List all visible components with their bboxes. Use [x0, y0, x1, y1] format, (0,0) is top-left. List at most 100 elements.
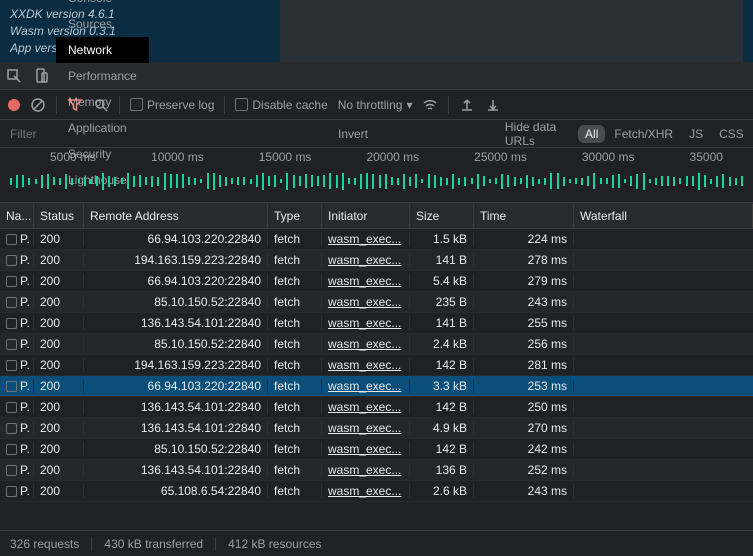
row-checkbox[interactable]	[6, 381, 17, 392]
timeline-bar	[329, 173, 331, 189]
table-row[interactable]: P.20085.10.150.52:22840fetchwasm_exec...…	[0, 292, 753, 313]
timeline-bar	[96, 176, 98, 186]
timeline-bar	[507, 175, 509, 187]
table-row[interactable]: P.20066.94.103.220:22840fetchwasm_exec..…	[0, 376, 753, 397]
timeline-bar	[612, 175, 614, 188]
row-remote: 136.143.54.101:22840	[84, 400, 268, 414]
timeline-bar	[557, 173, 559, 189]
row-status: 200	[34, 400, 84, 414]
row-checkbox[interactable]	[6, 255, 17, 266]
row-size: 2.6 kB	[410, 484, 474, 498]
row-status: 200	[34, 358, 84, 372]
tab-console[interactable]: Console	[56, 0, 149, 11]
filter-icon[interactable]	[67, 97, 83, 113]
download-icon[interactable]	[485, 97, 501, 113]
timeline-bar	[495, 178, 497, 184]
chip-css[interactable]: CSS	[712, 125, 751, 143]
chip-js[interactable]: JS	[682, 125, 710, 143]
timeline-bar	[630, 176, 632, 186]
timeline-bar	[403, 174, 405, 189]
disable-cache-checkbox[interactable]: Disable cache	[235, 98, 327, 112]
table-row[interactable]: P.200194.163.159.223:22840fetchwasm_exec…	[0, 250, 753, 271]
chip-fetchxhr[interactable]: Fetch/XHR	[607, 125, 680, 143]
table-row[interactable]: P.200136.143.54.101:22840fetchwasm_exec.…	[0, 397, 753, 418]
col-initiator[interactable]: Initiator	[322, 204, 410, 228]
table-row[interactable]: P.200136.143.54.101:22840fetchwasm_exec.…	[0, 418, 753, 439]
tab-sources[interactable]: Sources	[56, 11, 149, 37]
col-size[interactable]: Size	[410, 204, 474, 228]
filter-input[interactable]	[6, 125, 166, 143]
row-initiator[interactable]: wasm_exec...	[322, 274, 410, 288]
col-remote[interactable]: Remote Address	[84, 204, 268, 228]
table-row[interactable]: P.200136.143.54.101:22840fetchwasm_exec.…	[0, 460, 753, 481]
table-row[interactable]: P.200194.163.159.223:22840fetchwasm_exec…	[0, 355, 753, 376]
row-checkbox[interactable]	[6, 318, 17, 329]
table-row[interactable]: P.20066.94.103.220:22840fetchwasm_exec..…	[0, 229, 753, 250]
row-name: P.	[20, 232, 30, 246]
row-type: fetch	[268, 463, 322, 477]
timeline-bar	[22, 175, 24, 187]
wifi-icon[interactable]	[422, 97, 438, 113]
col-type[interactable]: Type	[268, 204, 322, 228]
status-requests: 326 requests	[10, 537, 92, 551]
timeline-bar	[84, 177, 86, 186]
upload-icon[interactable]	[459, 97, 475, 113]
invert-checkbox[interactable]: Invert	[174, 127, 368, 141]
timeline-bar	[704, 175, 706, 187]
timeline-bar	[741, 176, 743, 186]
row-checkbox[interactable]	[6, 402, 17, 413]
row-initiator[interactable]: wasm_exec...	[322, 337, 410, 351]
row-initiator[interactable]: wasm_exec...	[322, 400, 410, 414]
timeline-bar	[501, 174, 503, 189]
network-toolbar: Preserve log Disable cache No throttling…	[0, 90, 753, 120]
col-waterfall[interactable]: Waterfall	[574, 204, 753, 228]
tab-performance[interactable]: Performance	[56, 63, 149, 89]
timeline-bar	[360, 174, 362, 189]
throttling-select[interactable]: No throttling▾	[338, 98, 413, 112]
row-initiator[interactable]: wasm_exec...	[322, 295, 410, 309]
row-checkbox[interactable]	[6, 486, 17, 497]
table-row[interactable]: P.20066.94.103.220:22840fetchwasm_exec..…	[0, 271, 753, 292]
record-icon[interactable]	[8, 99, 20, 111]
device-icon[interactable]	[34, 68, 50, 84]
row-size: 142 B	[410, 358, 474, 372]
clear-icon[interactable]	[30, 97, 46, 113]
timeline-bar	[317, 176, 319, 186]
row-initiator[interactable]: wasm_exec...	[322, 358, 410, 372]
row-initiator[interactable]: wasm_exec...	[322, 442, 410, 456]
hide-dataurls-checkbox[interactable]: Hide data URLs	[376, 120, 570, 148]
row-checkbox[interactable]	[6, 423, 17, 434]
row-initiator[interactable]: wasm_exec...	[322, 232, 410, 246]
row-checkbox[interactable]	[6, 276, 17, 287]
row-size: 136 B	[410, 463, 474, 477]
table-row[interactable]: P.20085.10.150.52:22840fetchwasm_exec...…	[0, 334, 753, 355]
timeline-bar	[262, 173, 264, 190]
timeline-overview[interactable]: 5000 ms10000 ms15000 ms20000 ms25000 ms3…	[0, 148, 753, 203]
row-checkbox[interactable]	[6, 444, 17, 455]
chip-all[interactable]: All	[578, 125, 605, 143]
row-initiator[interactable]: wasm_exec...	[322, 379, 410, 393]
col-status[interactable]: Status	[34, 204, 84, 228]
row-status: 200	[34, 442, 84, 456]
row-initiator[interactable]: wasm_exec...	[322, 484, 410, 498]
preserve-log-checkbox[interactable]: Preserve log	[130, 98, 214, 112]
table-row[interactable]: P.20065.108.6.54:22840fetchwasm_exec...2…	[0, 481, 753, 502]
row-checkbox[interactable]	[6, 465, 17, 476]
row-initiator[interactable]: wasm_exec...	[322, 463, 410, 477]
row-initiator[interactable]: wasm_exec...	[322, 253, 410, 267]
row-checkbox[interactable]	[6, 360, 17, 371]
search-icon[interactable]	[93, 97, 109, 113]
row-size: 3.3 kB	[410, 379, 474, 393]
inspect-icon[interactable]	[6, 68, 22, 84]
col-time[interactable]: Time	[474, 204, 574, 228]
row-checkbox[interactable]	[6, 234, 17, 245]
row-initiator[interactable]: wasm_exec...	[322, 316, 410, 330]
chevron-down-icon: ▾	[406, 98, 412, 112]
row-checkbox[interactable]	[6, 297, 17, 308]
tab-network[interactable]: Network	[56, 37, 149, 63]
row-initiator[interactable]: wasm_exec...	[322, 421, 410, 435]
table-row[interactable]: P.200136.143.54.101:22840fetchwasm_exec.…	[0, 313, 753, 334]
row-checkbox[interactable]	[6, 339, 17, 350]
table-row[interactable]: P.20085.10.150.52:22840fetchwasm_exec...…	[0, 439, 753, 460]
col-name[interactable]: Na...	[0, 204, 34, 228]
